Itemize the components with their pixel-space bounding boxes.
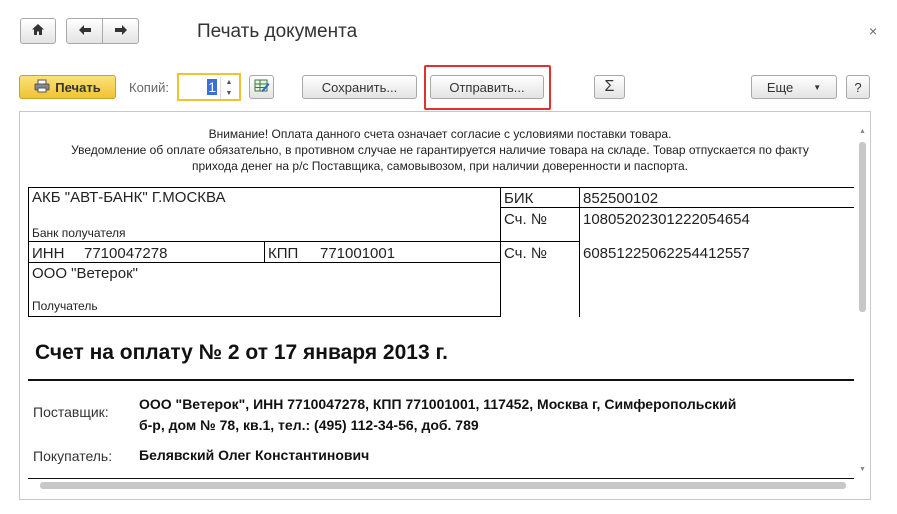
spin-up-icon[interactable]: ▲ bbox=[220, 77, 237, 88]
account1-value: 10805202301222054654 bbox=[583, 211, 750, 228]
more-button[interactable]: Еще ▼ bbox=[751, 75, 837, 99]
notice-line: Уведомление об оплате обязательно, в про… bbox=[71, 143, 809, 157]
arrow-left-icon bbox=[78, 24, 92, 39]
forward-button[interactable] bbox=[103, 18, 139, 44]
copies-input[interactable]: 1 bbox=[181, 77, 217, 97]
horizontal-scroll-thumb[interactable] bbox=[40, 482, 846, 489]
back-button[interactable] bbox=[66, 18, 103, 44]
window-title: Печать документа bbox=[197, 21, 358, 42]
supplier-label: Поставщик: bbox=[33, 404, 109, 420]
send-label: Отправить... bbox=[449, 79, 525, 95]
table-edit-icon bbox=[254, 78, 270, 96]
recipient-caption: Получатель bbox=[32, 299, 98, 313]
scroll-down-icon[interactable]: ▼ bbox=[859, 466, 866, 473]
separator bbox=[28, 379, 854, 381]
dropdown-arrow-icon: ▼ bbox=[813, 82, 822, 92]
notice-line: прихода денег на р/с Поставщика, самовыв… bbox=[191, 159, 689, 173]
help-label: ? bbox=[854, 79, 862, 95]
supplier-line: ООО "Ветерок", ИНН 7710047278, КПП 77100… bbox=[139, 396, 737, 412]
account1-label: Сч. № bbox=[504, 211, 547, 228]
horizontal-scrollbar[interactable] bbox=[40, 482, 850, 489]
sigma-icon: Σ bbox=[604, 78, 615, 95]
print-button[interactable]: Печать bbox=[19, 75, 116, 99]
scroll-up-icon[interactable]: ▲ bbox=[859, 128, 866, 135]
vertical-scroll-thumb[interactable] bbox=[859, 142, 866, 312]
arrow-right-icon bbox=[114, 24, 128, 39]
print-label: Печать bbox=[55, 79, 101, 95]
notice-line: Внимание! Оплата данного счета означает … bbox=[208, 127, 672, 141]
separator bbox=[28, 478, 854, 479]
bank-caption: Банк получателя bbox=[32, 226, 126, 240]
edit-table-button[interactable] bbox=[249, 75, 274, 99]
kpp-value: 771001001 bbox=[320, 245, 396, 262]
account2-value: 60851225062254412557 bbox=[583, 245, 750, 262]
copies-label: Копий: bbox=[129, 80, 169, 95]
bank-details-table: АКБ "АВТ-БАНК" Г.МОСКВА Банк получателя … bbox=[28, 187, 854, 317]
send-button[interactable]: Отправить... bbox=[430, 75, 544, 99]
help-button[interactable]: ? bbox=[846, 75, 870, 99]
bik-value: 852500102 bbox=[583, 190, 659, 207]
kpp-label: КПП bbox=[268, 245, 299, 262]
payment-notice: Внимание! Оплата данного счета означает … bbox=[50, 126, 830, 174]
printer-icon bbox=[34, 79, 50, 96]
spin-down-icon[interactable]: ▼ bbox=[220, 88, 237, 99]
bik-label: БИК bbox=[504, 190, 534, 207]
recipient-name: ООО "Ветерок" bbox=[32, 265, 138, 282]
inn-value: 7710047278 bbox=[84, 245, 168, 262]
save-button[interactable]: Сохранить... bbox=[302, 75, 417, 99]
buyer-value: Белявский Олег Константинович bbox=[139, 447, 370, 463]
sum-button[interactable]: Σ bbox=[594, 75, 625, 99]
invoice-title: Счет на оплату № 2 от 17 января 2013 г. bbox=[35, 341, 448, 364]
vertical-scrollbar[interactable]: ▲ ▼ bbox=[859, 128, 866, 478]
more-label: Еще bbox=[766, 79, 794, 95]
save-label: Сохранить... bbox=[321, 79, 398, 95]
bank-name: АКБ "АВТ-БАНК" Г.МОСКВА bbox=[32, 189, 226, 206]
copies-value: 1 bbox=[207, 79, 217, 95]
close-icon[interactable]: × bbox=[869, 23, 877, 39]
home-button[interactable] bbox=[20, 18, 56, 44]
document-preview[interactable]: Внимание! Оплата данного счета означает … bbox=[19, 111, 871, 500]
home-icon bbox=[31, 23, 45, 39]
buyer-label: Покупатель: bbox=[33, 448, 113, 464]
supplier-line: б-р, дом № 78, кв.1, тел.: (495) 112-34-… bbox=[139, 417, 479, 433]
copies-field[interactable]: 1 ▲ ▼ bbox=[177, 73, 241, 101]
supplier-value: ООО "Ветерок", ИНН 7710047278, КПП 77100… bbox=[139, 394, 736, 436]
account2-label: Сч. № bbox=[504, 245, 547, 262]
inn-label: ИНН bbox=[32, 245, 65, 262]
